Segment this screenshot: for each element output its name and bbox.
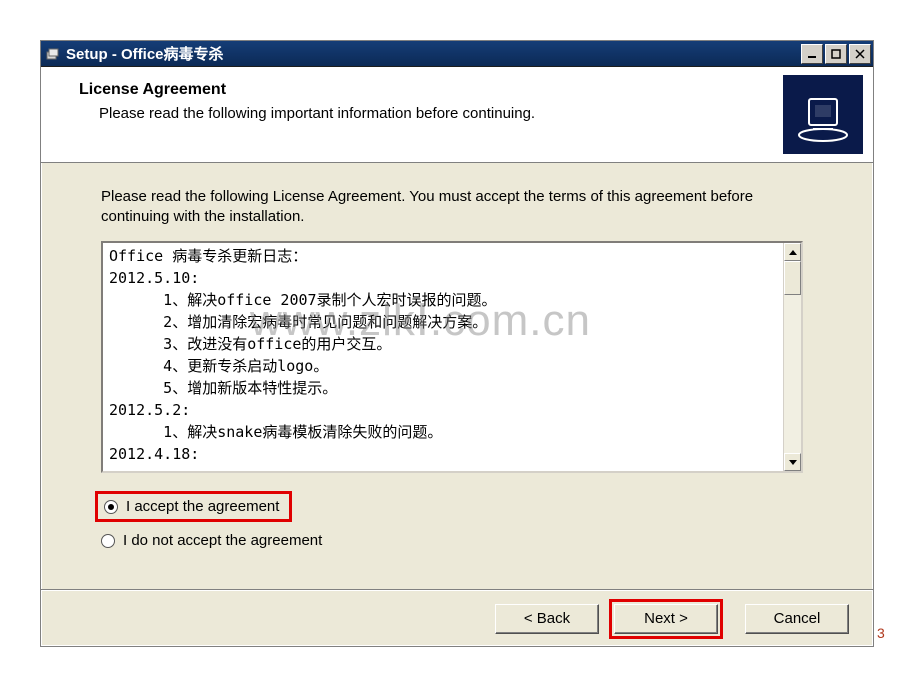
intro-text: Please read the following License Agreem… <box>101 187 813 227</box>
titlebar-text: Setup - Office病毒专杀 <box>66 43 799 64</box>
app-icon <box>45 46 61 62</box>
header-subtitle: Please read the following important info… <box>99 105 763 122</box>
license-textarea[interactable]: Office 病毒专杀更新日志： 2012.5.10: 1、解决office 2… <box>101 241 803 473</box>
scroll-down-button[interactable] <box>784 453 801 471</box>
radio-reject[interactable]: I do not accept the agreement <box>101 532 813 549</box>
wizard-header: License Agreement Please read the follow… <box>41 67 873 163</box>
scrollbar[interactable] <box>783 243 801 471</box>
corner-number: 3 <box>877 625 885 641</box>
titlebar[interactable]: Setup - Office病毒专杀 <box>41 41 873 67</box>
next-button[interactable]: Next > <box>614 604 718 634</box>
scroll-thumb[interactable] <box>784 261 801 295</box>
radio-accept-label: I accept the agreement <box>126 498 279 515</box>
minimize-button[interactable] <box>801 44 823 64</box>
scroll-up-button[interactable] <box>784 243 801 261</box>
installer-window: Setup - Office病毒专杀 License Agreement Ple… <box>40 40 874 647</box>
radio-accept[interactable]: I accept the agreement <box>101 491 813 522</box>
header-icon <box>783 75 863 154</box>
radio-icon <box>104 500 118 514</box>
titlebar-controls <box>799 44 871 64</box>
radio-reject-label: I do not accept the agreement <box>123 532 322 549</box>
cancel-button[interactable]: Cancel <box>745 604 849 634</box>
close-button[interactable] <box>849 44 871 64</box>
maximize-button[interactable] <box>825 44 847 64</box>
wizard-footer: < Back Next > Cancel <box>41 590 873 646</box>
wizard-body: Please read the following License Agreem… <box>41 163 873 590</box>
radio-icon <box>101 534 115 548</box>
back-button[interactable]: < Back <box>495 604 599 634</box>
scroll-track[interactable] <box>784 261 801 453</box>
header-title: License Agreement <box>79 81 763 99</box>
license-content: Office 病毒专杀更新日志： 2012.5.10: 1、解决office 2… <box>103 243 781 471</box>
